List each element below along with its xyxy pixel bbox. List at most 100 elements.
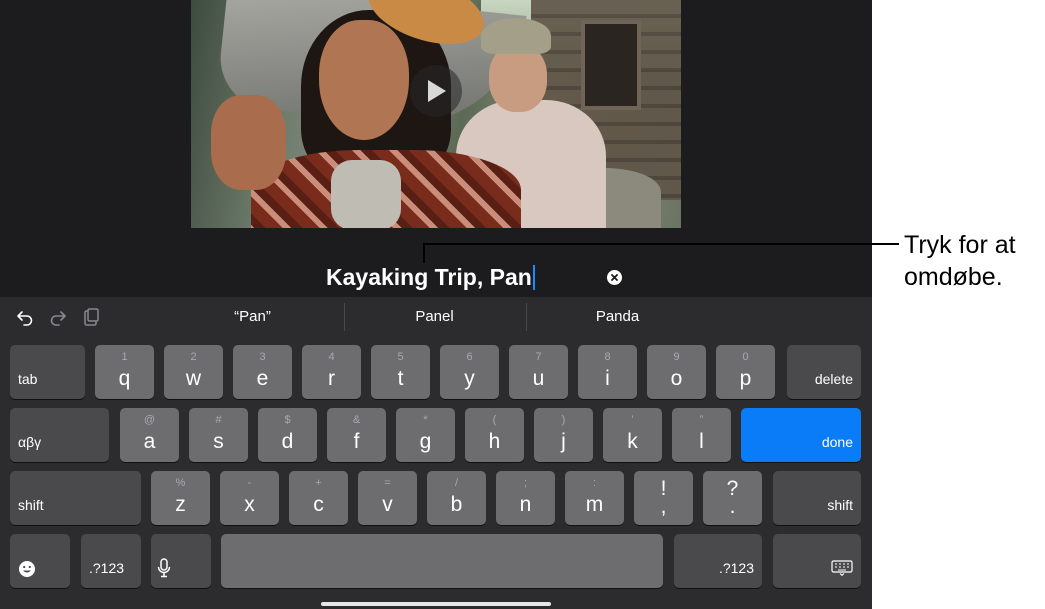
key-label: u xyxy=(532,367,545,390)
key-x[interactable]: -x xyxy=(220,471,279,525)
microphone-icon xyxy=(157,558,171,578)
numbers-key-left[interactable]: .?123 xyxy=(81,534,141,588)
key-m[interactable]: :m xyxy=(565,471,624,525)
key-z[interactable]: % z xyxy=(151,471,210,525)
key-h[interactable]: (h xyxy=(465,408,524,462)
key-e[interactable]: 3e xyxy=(233,345,292,399)
key-alt-label: # xyxy=(215,414,222,426)
key-alt-label: 0 xyxy=(742,351,749,363)
key-label: b xyxy=(450,493,463,516)
key-j[interactable]: ) j xyxy=(534,408,593,462)
key-label: j xyxy=(561,430,566,453)
key-t[interactable]: 5t xyxy=(371,345,430,399)
key-comma[interactable]: !, xyxy=(634,471,693,525)
key-alt-label: 8 xyxy=(604,351,611,363)
key-i[interactable]: 8i xyxy=(578,345,637,399)
key-label: e xyxy=(256,367,269,390)
key-alt-label: $ xyxy=(284,414,291,426)
key-n[interactable]: ; n xyxy=(496,471,555,525)
key-o[interactable]: 9o xyxy=(647,345,706,399)
key-f[interactable]: & f xyxy=(327,408,386,462)
key-label: i xyxy=(605,367,610,390)
key-period[interactable]: ?. xyxy=(703,471,762,525)
dismiss-keyboard-key[interactable] xyxy=(773,534,861,588)
key-p[interactable]: 0p xyxy=(716,345,775,399)
callout-line-1: Tryk for at xyxy=(904,231,1016,259)
key-alt-label: & xyxy=(352,414,361,426)
tab-key[interactable]: tab xyxy=(10,345,85,399)
emoji-key[interactable] xyxy=(10,534,70,588)
preview-woman-face xyxy=(319,20,409,140)
redo-icon[interactable] xyxy=(49,308,67,326)
play-icon xyxy=(428,80,446,102)
clear-text-button[interactable] xyxy=(607,270,622,285)
suggestion-2[interactable]: Panel xyxy=(372,308,497,325)
key-r[interactable]: 4r xyxy=(302,345,361,399)
project-title-field[interactable]: Kayaking Trip, Pan xyxy=(0,258,872,298)
language-key[interactable]: αβγ xyxy=(10,408,109,462)
shortcut-bar: “Pan” Panel Panda xyxy=(0,297,872,337)
key-y[interactable]: 6y xyxy=(440,345,499,399)
key-v[interactable]: = v xyxy=(358,471,417,525)
key-alt-label: ( xyxy=(492,414,497,426)
preview-hand xyxy=(211,95,286,190)
suggestion-3[interactable]: Panda xyxy=(555,308,680,325)
key-label: v xyxy=(382,493,393,516)
key-label: p xyxy=(739,367,752,390)
key-label: , xyxy=(660,495,667,518)
shift-key-left[interactable]: shift xyxy=(10,471,141,525)
key-l[interactable]: ” l xyxy=(672,408,731,462)
key-label: k xyxy=(627,430,638,453)
key-label: m xyxy=(585,493,604,516)
preview-woman-shirt xyxy=(331,160,401,228)
key-alt-label: 2 xyxy=(190,351,197,363)
key-b[interactable]: / b xyxy=(427,471,486,525)
key-alt-label: ’ xyxy=(631,414,634,426)
key-label: z xyxy=(175,493,186,516)
key-label: x xyxy=(244,493,255,516)
dictation-key[interactable] xyxy=(151,534,211,588)
key-alt-label: 5 xyxy=(397,351,404,363)
preview-man-cap xyxy=(481,18,551,54)
paste-icon[interactable] xyxy=(82,308,100,326)
key-u[interactable]: 7u xyxy=(509,345,568,399)
numbers-key-label: .?123 xyxy=(718,560,754,576)
numbers-key-right[interactable]: .?123 xyxy=(674,534,762,588)
callout-line-2: omdøbe. xyxy=(904,263,1003,291)
preview-cabin-window xyxy=(581,20,641,110)
suggestion-1[interactable]: “Pan” xyxy=(190,308,315,325)
key-q[interactable]: 1q xyxy=(95,345,154,399)
key-alt-label: : xyxy=(592,477,597,489)
key-d[interactable]: $ d xyxy=(258,408,317,462)
undo-icon[interactable] xyxy=(16,308,34,326)
key-label: d xyxy=(281,430,294,453)
tab-key-label: tab xyxy=(18,371,38,387)
onscreen-keyboard: “Pan” Panel Panda tab 1q 2w 3e 4r 5t 6y … xyxy=(0,297,872,609)
key-label: t xyxy=(397,367,404,390)
numbers-key-label: .?123 xyxy=(89,560,125,576)
callout-line xyxy=(423,243,899,245)
key-w[interactable]: 2w xyxy=(164,345,223,399)
delete-key[interactable]: delete xyxy=(787,345,861,399)
key-label: s xyxy=(213,430,224,453)
key-c[interactable]: + c xyxy=(289,471,348,525)
key-g[interactable]: * g xyxy=(396,408,455,462)
key-s[interactable]: # s xyxy=(189,408,248,462)
ipad-screen: Kayaking Trip, Pan “Pan” Panel Panda tab… xyxy=(0,0,872,609)
shift-key-right[interactable]: shift xyxy=(773,471,861,525)
key-label: o xyxy=(670,367,683,390)
key-alt-label: ; xyxy=(523,477,528,489)
key-label: r xyxy=(328,367,335,390)
key-alt-label: - xyxy=(247,477,252,489)
key-a[interactable]: @ a xyxy=(120,408,179,462)
key-alt-label: 4 xyxy=(328,351,335,363)
done-key[interactable]: done xyxy=(741,408,861,462)
delete-key-label: delete xyxy=(814,371,853,387)
key-k[interactable]: ’ k xyxy=(603,408,662,462)
play-button[interactable] xyxy=(410,65,462,117)
key-label: . xyxy=(729,495,736,518)
space-bar[interactable] xyxy=(221,534,663,588)
key-label: a xyxy=(143,430,156,453)
clear-x-icon xyxy=(611,274,618,281)
key-alt-label: 3 xyxy=(259,351,266,363)
